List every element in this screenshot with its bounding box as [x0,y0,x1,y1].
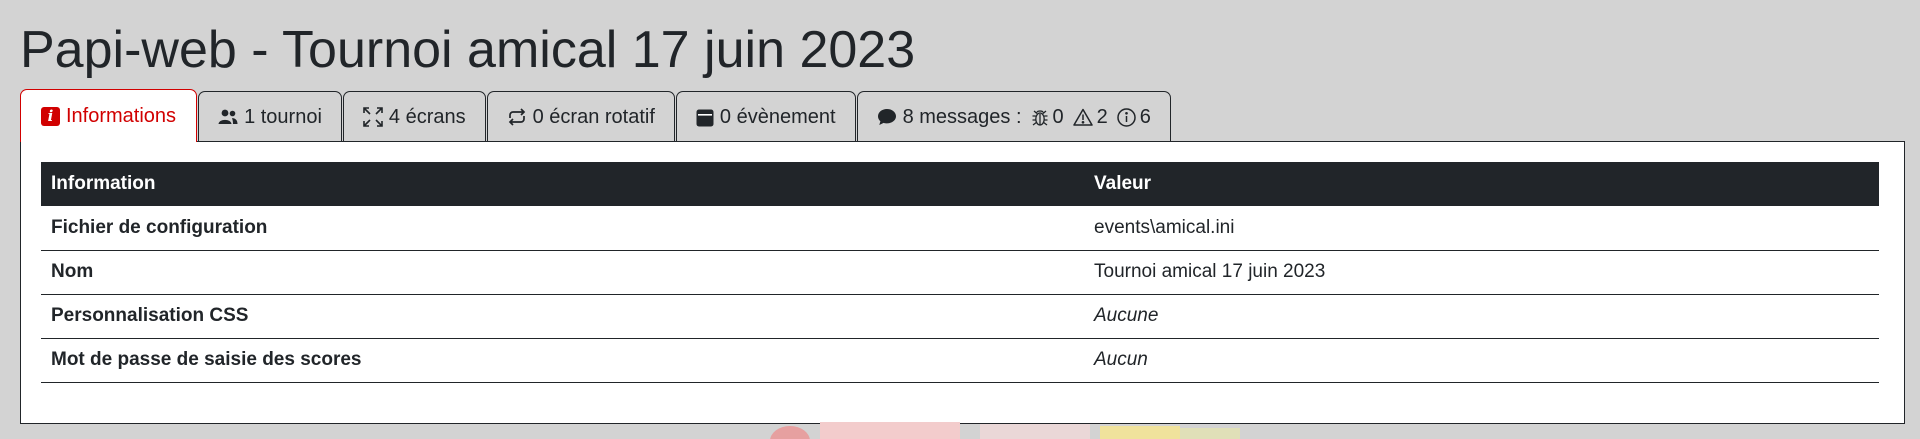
row-value: events\amical.ini [1084,206,1879,251]
row-value: Tournoi amical 17 juin 2023 [1084,250,1879,295]
repeat-icon [507,108,527,126]
info-circle-icon [1117,107,1136,127]
background-logo [770,422,1250,439]
column-header-information: Information [41,162,1084,206]
warning-icon [1072,108,1093,126]
info-icon: i [41,106,60,126]
tab-label: 0 écran rotatif [532,105,655,128]
tab-bar: i Informations 1 tournoi 4 écrans 0 écra… [20,89,1172,142]
row-key: Personnalisation CSS [41,294,1084,339]
table-row: Fichier de configuration events\amical.i… [41,206,1879,251]
row-key: Fichier de configuration [41,206,1084,251]
page-title: Papi-web - Tournoi amical 17 juin 2023 [20,21,916,79]
tab-ecran-rotatif[interactable]: 0 écran rotatif [486,91,675,142]
table-row: Mot de passe de saisie des scores Aucun [41,338,1879,383]
informations-panel: Information Valeur Fichier de configurat… [20,141,1905,424]
column-header-valeur: Valeur [1084,162,1879,206]
tab-tournoi[interactable]: 1 tournoi [198,91,342,142]
table-row: Personnalisation CSS Aucune [41,294,1879,339]
tab-label: 4 écrans [388,105,466,128]
row-value: Aucune [1084,294,1879,339]
row-key: Mot de passe de saisie des scores [41,338,1084,383]
tab-label: 8 messages : [902,105,1022,128]
row-key: Nom [41,250,1084,295]
tab-label: 0 évènement [719,105,836,128]
bug-icon [1031,108,1049,127]
table-row: Nom Tournoi amical 17 juin 2023 [41,250,1879,295]
table-header-row: Information Valeur [41,162,1879,206]
info-count: 6 [1117,106,1151,129]
information-table: Information Valeur Fichier de configurat… [41,162,1879,383]
calendar-icon [696,108,714,127]
fullscreen-icon [363,107,383,127]
users-icon [218,109,238,125]
warning-count: 2 [1072,106,1108,129]
tab-informations[interactable]: i Informations [20,89,198,142]
chat-icon [877,108,897,126]
tab-evenement[interactable]: 0 évènement [675,91,856,142]
tab-messages[interactable]: 8 messages : 0 2 6 [856,91,1171,142]
bug-count: 0 [1031,106,1064,129]
row-value: Aucun [1084,338,1879,383]
tab-label: Informations [66,104,177,127]
tab-label: 1 tournoi [244,105,322,128]
tab-ecrans[interactable]: 4 écrans [342,91,486,142]
